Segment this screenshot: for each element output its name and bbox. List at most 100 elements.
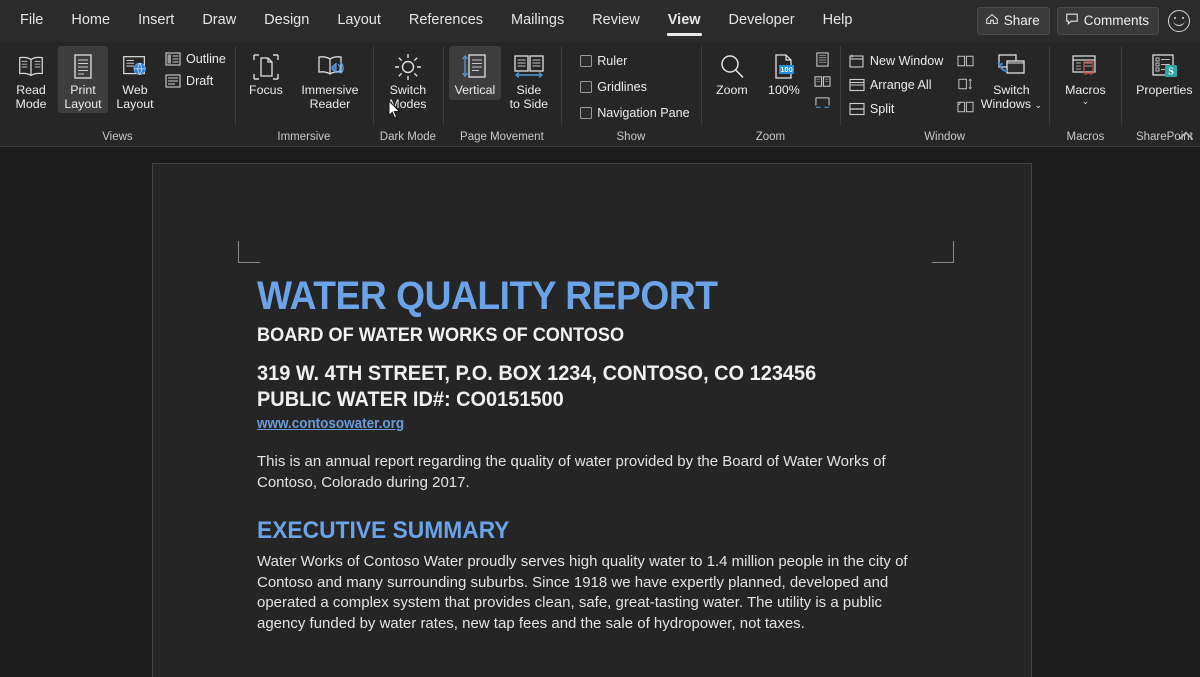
switch-windows-button[interactable]: Switch Windows ⌄ (979, 46, 1043, 113)
arrange-all-button[interactable]: Arrange All (846, 76, 946, 94)
outline-button[interactable]: Outline (162, 50, 229, 68)
ribbon-group-window: New Window Arrange All Split (840, 42, 1049, 147)
immersive-reader-button[interactable]: Immersive Reader (293, 46, 367, 113)
share-icon (985, 12, 999, 29)
intro-paragraph: This is an annual report regarding the q… (257, 452, 929, 493)
comments-label: Comments (1084, 13, 1149, 28)
new-window-button[interactable]: New Window (846, 52, 946, 70)
button-label: Split (870, 102, 895, 116)
button-label: Layout (64, 98, 101, 112)
tab-layout[interactable]: Layout (323, 3, 395, 39)
ruler-checkbox[interactable]: Ruler (577, 52, 692, 70)
sun-icon (393, 50, 423, 84)
ribbon-group-page-movement: Vertical Side to Side (443, 42, 561, 147)
tab-label: Developer (729, 12, 795, 28)
read-mode-icon (16, 50, 46, 84)
document-content[interactable]: WATER QUALITY REPORT BOARD OF WATER WORK… (257, 274, 937, 634)
tab-file[interactable]: File (6, 3, 57, 39)
website-link[interactable]: www.contosowater.org (257, 416, 889, 432)
group-label-views: Views (102, 127, 132, 147)
button-label: Switch (390, 84, 427, 98)
ribbon-group-views: Read Mode Print Layout (0, 42, 235, 147)
margin-mark-top-right (932, 241, 954, 263)
view-side-by-side-icon (957, 54, 974, 68)
ribbon-group-immersive: Focus Immersive Reader Immersive (235, 42, 373, 147)
feedback-smiley-icon[interactable] (1168, 10, 1190, 32)
tab-help[interactable]: Help (809, 3, 867, 39)
tab-label: Home (71, 12, 110, 28)
zoom-100-button[interactable]: 100 100% (759, 46, 809, 100)
side-to-side-icon (512, 50, 546, 84)
one-page-button[interactable] (811, 50, 834, 69)
zoom-small-buttons (811, 46, 834, 113)
tab-review[interactable]: Review (578, 3, 654, 39)
group-label-zoom: Zoom (756, 127, 785, 147)
tabbar-actions: Share Comments (977, 7, 1200, 35)
macros-button[interactable]: Macros ⌄ (1055, 46, 1115, 107)
ribbon-group-show: Ruler Gridlines Navigation Pane Show (561, 42, 701, 147)
tab-insert[interactable]: Insert (124, 3, 188, 39)
tab-mailings[interactable]: Mailings (497, 3, 578, 39)
page-width-icon (814, 96, 831, 111)
group-label-show: Show (617, 127, 646, 147)
button-label: Draft (186, 74, 213, 88)
button-label: Outline (186, 52, 226, 66)
properties-button[interactable]: S Properties (1127, 46, 1200, 100)
document-page[interactable]: WATER QUALITY REPORT BOARD OF WATER WORK… (152, 163, 1032, 677)
group-label-dark-mode: Dark Mode (380, 127, 436, 147)
tab-design[interactable]: Design (250, 3, 323, 39)
tab-references[interactable]: References (395, 3, 497, 39)
synchronous-scrolling-icon (957, 77, 974, 91)
tab-view[interactable]: View (654, 3, 715, 39)
button-label: Mode (16, 98, 47, 112)
group-label-macros: Macros (1067, 127, 1105, 147)
tab-draw[interactable]: Draw (188, 3, 250, 39)
split-button[interactable]: Split (846, 100, 946, 118)
gridlines-checkbox[interactable]: Gridlines (577, 78, 692, 96)
web-layout-button[interactable]: Web Layout (110, 46, 160, 113)
button-label: Zoom (716, 84, 748, 98)
word-window: File Home Insert Draw Design Layout Refe… (0, 0, 1200, 677)
vertical-button[interactable]: Vertical (449, 46, 501, 100)
one-page-icon (814, 52, 831, 67)
draft-button[interactable]: Draft (162, 72, 229, 90)
print-layout-button[interactable]: Print Layout (58, 46, 108, 113)
tab-home[interactable]: Home (57, 3, 124, 39)
tab-label: Insert (138, 12, 174, 28)
ribbon-group-dark-mode: Switch Modes Dark Mode (373, 42, 443, 147)
view-side-by-side-button[interactable] (954, 52, 977, 70)
focus-icon (252, 50, 280, 84)
zoom-button[interactable]: Zoom (707, 46, 757, 100)
address-line-1: 319 W. 4TH STREET, P.O. BOX 1234, CONTOS… (257, 361, 903, 387)
comments-button[interactable]: Comments (1057, 7, 1159, 35)
vertical-scroll-icon (460, 50, 490, 84)
tab-label: Mailings (511, 12, 564, 28)
share-button[interactable]: Share (977, 7, 1050, 35)
button-label: Focus (249, 84, 283, 98)
macros-icon (1069, 50, 1101, 84)
document-canvas[interactable]: WATER QUALITY REPORT BOARD OF WATER WORK… (0, 147, 1200, 677)
tab-label: File (20, 12, 43, 28)
reset-window-position-icon (957, 100, 974, 114)
button-label: Layout (116, 98, 153, 112)
button-label: 100% (768, 84, 800, 98)
synchronous-scrolling-button[interactable] (954, 75, 977, 93)
comment-icon (1065, 12, 1079, 29)
chevron-down-icon: ⌄ (1034, 100, 1042, 110)
side-to-side-button[interactable]: Side to Side (503, 46, 555, 113)
one-hundred-percent-icon: 100 (769, 50, 799, 84)
focus-button[interactable]: Focus (241, 46, 291, 100)
page-width-button[interactable] (811, 94, 834, 113)
tab-developer[interactable]: Developer (715, 3, 809, 39)
checkbox-box (580, 81, 592, 93)
multiple-pages-button[interactable] (811, 72, 834, 91)
chevron-down-icon[interactable]: ⌄ (1082, 98, 1090, 105)
reset-window-position-button[interactable] (954, 98, 977, 116)
collapse-ribbon-icon[interactable] (1178, 129, 1194, 144)
multiple-pages-icon (814, 74, 831, 89)
navigation-pane-checkbox[interactable]: Navigation Pane (577, 104, 692, 122)
checkbox-label: Ruler (597, 54, 627, 68)
read-mode-button[interactable]: Read Mode (6, 46, 56, 113)
views-small-buttons: Outline Draft (162, 46, 229, 90)
button-label: Reader (310, 98, 351, 112)
